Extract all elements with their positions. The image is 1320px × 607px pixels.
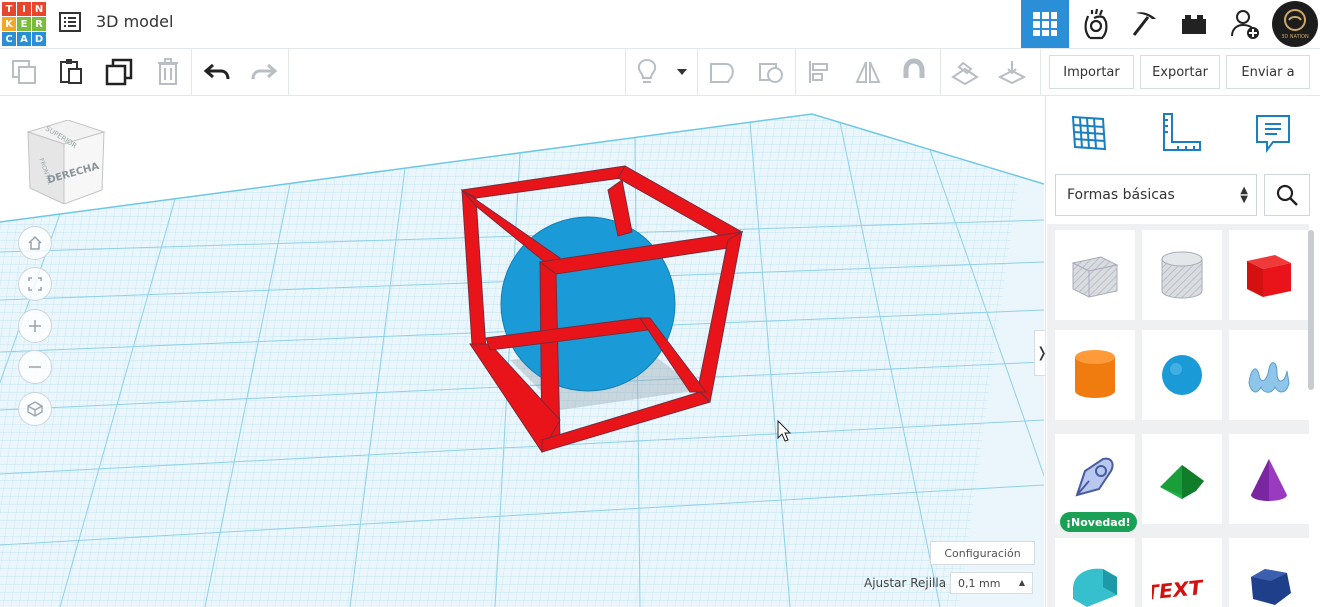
align-icon[interactable] — [806, 58, 834, 86]
mirror-icon[interactable] — [854, 58, 882, 86]
shape-cone[interactable] — [1229, 434, 1309, 524]
workplane-icon[interactable] — [951, 58, 979, 86]
logo-letter: C — [2, 32, 16, 46]
new-badge: ¡Novedad! — [1060, 512, 1137, 532]
shape-round-roof[interactable] — [1055, 538, 1135, 607]
shape-box[interactable] — [1229, 230, 1309, 320]
snap-grid-label: Ajustar Rejilla — [864, 576, 947, 590]
zoom-in-button[interactable] — [18, 309, 52, 343]
design-title[interactable]: 3D model — [96, 12, 173, 31]
tinkercad-logo[interactable]: T I N K E R C A D — [2, 2, 46, 46]
shape-roof[interactable] — [1142, 434, 1222, 524]
perspective-button[interactable] — [18, 392, 52, 426]
bricks-icon[interactable] — [1170, 0, 1218, 48]
grid-panel-icon[interactable] — [1066, 110, 1112, 156]
settings-button[interactable]: Configuración — [930, 541, 1035, 565]
snap-grid-value: 0,1 mm — [958, 576, 1001, 590]
edit-toolbar: Importar Exportar Enviar a — [0, 49, 1320, 96]
workplane-canvas[interactable]: SUPERIOR FRONTAL DERECHA — [0, 96, 1044, 607]
search-button[interactable] — [1264, 174, 1310, 216]
group-icon[interactable] — [708, 58, 736, 86]
magnet-icon[interactable] — [900, 58, 928, 86]
import-button[interactable]: Importar — [1049, 55, 1134, 89]
zoom-out-button[interactable] — [18, 350, 52, 384]
shape-cylinder-hole[interactable] — [1142, 230, 1222, 320]
logo-letter: N — [32, 2, 46, 16]
logo-letter: E — [17, 17, 31, 31]
ruler-drop-icon[interactable] — [998, 58, 1026, 86]
fit-view-button[interactable] — [18, 267, 52, 301]
lightbulb-icon[interactable] — [633, 58, 661, 86]
shape-sphere[interactable] — [1142, 330, 1222, 420]
logo-letter: D — [32, 32, 46, 46]
ruler-icon[interactable] — [1158, 110, 1204, 156]
logo-letter: A — [17, 32, 31, 46]
notes-icon[interactable] — [1250, 110, 1296, 156]
send-to-button[interactable]: Enviar a — [1226, 55, 1310, 89]
shape-box-hole[interactable] — [1055, 230, 1135, 320]
copy-icon[interactable] — [10, 58, 38, 86]
snap-grid-select[interactable]: 0,1 mm ▲ — [950, 572, 1033, 594]
shape-shape-generator[interactable] — [1055, 434, 1135, 524]
hand-icon[interactable] — [1072, 0, 1120, 48]
add-user-icon[interactable] — [1221, 0, 1269, 48]
shapes-scrollbar[interactable] — [1308, 230, 1314, 390]
grid-view-icon[interactable] — [1021, 0, 1069, 48]
logo-letter: R — [32, 17, 46, 31]
select-arrows-icon: ▲ ▼ — [1240, 185, 1248, 205]
shape-polygon[interactable] — [1229, 538, 1309, 607]
logo-letter: I — [17, 2, 31, 16]
shape-cylinder[interactable] — [1055, 330, 1135, 420]
shape-scribble[interactable] — [1229, 330, 1309, 420]
avatar[interactable]: 3D NATION — [1272, 1, 1318, 47]
view-cube[interactable]: SUPERIOR FRONTAL DERECHA — [24, 119, 108, 205]
redo-icon[interactable] — [250, 58, 278, 86]
shape-category-select[interactable]: Formas básicas ▲ ▼ — [1055, 174, 1257, 216]
pickaxe-icon[interactable] — [1121, 0, 1169, 48]
logo-letter: K — [2, 17, 16, 31]
undo-icon[interactable] — [203, 58, 231, 86]
chevron-down-icon[interactable] — [670, 58, 694, 86]
trash-icon[interactable] — [154, 58, 182, 86]
shapes-panel: Formas básicas ▲ ▼ ¡Novedad! TEXT — [1045, 96, 1320, 607]
ungroup-icon[interactable] — [757, 58, 785, 86]
logo-letter: T — [2, 2, 16, 16]
shape-text[interactable]: TEXT — [1142, 538, 1222, 607]
paste-icon[interactable] — [57, 58, 85, 86]
home-view-button[interactable] — [18, 226, 52, 260]
svg-text:TEXT: TEXT — [1152, 575, 1204, 605]
avatar-text: 3D NATION — [1281, 34, 1309, 40]
caret-up-icon: ▲ — [1018, 578, 1025, 587]
export-button[interactable]: Exportar — [1140, 55, 1220, 89]
top-bar: T I N K E R C A D 3D model 3D NATION — [0, 0, 1320, 49]
duplicate-icon[interactable] — [105, 58, 133, 86]
design-list-icon[interactable] — [59, 11, 81, 33]
shape-category-value: Formas básicas — [1067, 187, 1175, 203]
